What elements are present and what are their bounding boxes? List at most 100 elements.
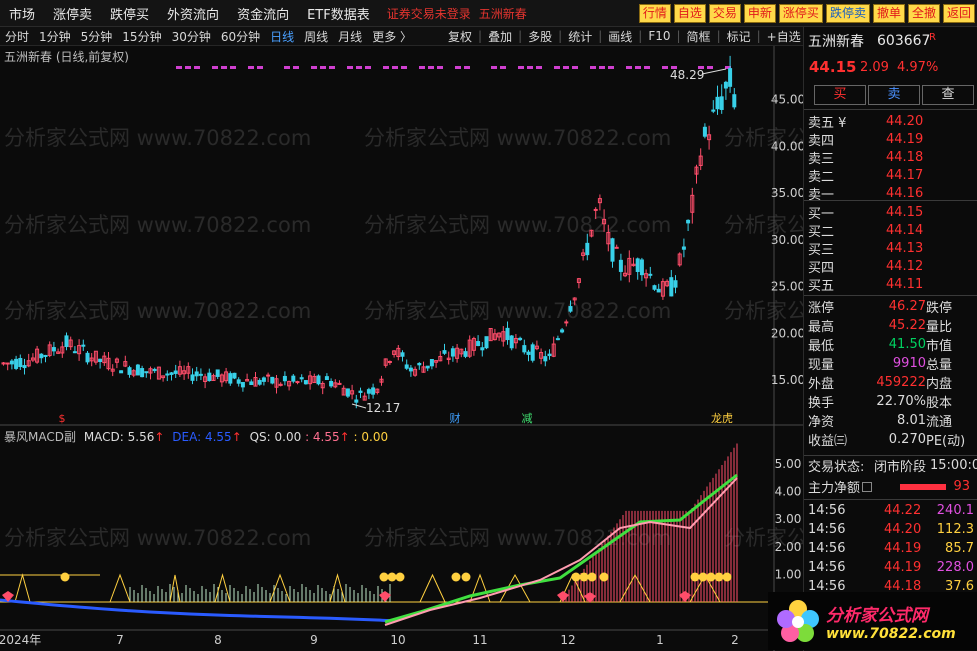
x-axis-label: 12: [560, 633, 575, 647]
candle-body: [228, 373, 233, 384]
top-button-5[interactable]: 跌停卖: [825, 4, 870, 23]
candle-body: [681, 246, 686, 250]
event-marker[interactable]: 财: [450, 411, 461, 425]
macd-tick: 2.00: [775, 540, 802, 554]
candle-body: [639, 259, 644, 276]
nav-capital-flow[interactable]: 资金流向: [228, 4, 298, 23]
candle-body: [295, 381, 300, 384]
tool-7[interactable]: 标记: [722, 28, 756, 45]
top-button-1[interactable]: 自选: [673, 4, 706, 23]
period-1[interactable]: 1分钟: [34, 28, 76, 45]
candle-body: [614, 246, 619, 249]
period-3[interactable]: 15分钟: [117, 28, 166, 45]
nav-limit-down-buy[interactable]: 跌停买: [101, 4, 158, 23]
tool-4[interactable]: 画线: [603, 28, 637, 45]
period-5[interactable]: 60分钟: [216, 28, 265, 45]
top-button-7[interactable]: 全撤: [907, 4, 940, 23]
candlestick-chart[interactable]: 分析家公式网 www.70822.com 分析家公式网 www.70822.com…: [0, 0, 803, 651]
signal-coin: [706, 572, 716, 582]
candle-body: [455, 347, 460, 359]
tool-3[interactable]: 统计: [563, 28, 597, 45]
bid-price: 44.11: [886, 277, 924, 292]
candle-body: [534, 345, 539, 350]
period-7[interactable]: 周线: [299, 28, 333, 45]
top-button-2[interactable]: 交易: [708, 4, 741, 23]
signal-dot: [428, 66, 434, 69]
period-2[interactable]: 5分钟: [76, 28, 118, 45]
candle-body: [215, 369, 220, 377]
nav-market[interactable]: 市场: [0, 4, 44, 23]
top-button-0[interactable]: 行情: [638, 4, 671, 23]
nav-foreign-flow[interactable]: 外资流向: [158, 4, 228, 23]
net-flow-icon[interactable]: [862, 481, 872, 492]
site-logo: 分析家公式网 www.70822.com: [768, 592, 977, 650]
candle-body: [400, 352, 405, 357]
stat-label: 净资: [808, 415, 835, 430]
watermark-text: 分析家公式网 www.70822.com: [364, 213, 671, 237]
event-marker[interactable]: 龙虎: [711, 412, 733, 425]
quote-header: 五洲新春 603667 R: [804, 30, 977, 52]
nav-etf-table[interactable]: ETF数据表: [298, 4, 379, 23]
qs-extra-2: : 0.00: [353, 430, 389, 444]
candle-body: [673, 280, 678, 288]
signal-dot: [536, 66, 542, 69]
candle-body: [665, 280, 670, 287]
signal-dot: [194, 66, 200, 69]
indicator-name[interactable]: 暴风MACD副: [4, 430, 76, 444]
tool-0[interactable]: 复权: [443, 28, 477, 45]
candle-body: [56, 351, 61, 354]
candle-body: [568, 306, 573, 312]
stat-right-label: PE(动): [926, 434, 966, 449]
tool-6[interactable]: 简框: [682, 28, 716, 45]
candle-body: [581, 252, 586, 256]
tick-price: 44.20: [884, 522, 922, 537]
candle-body: [652, 285, 657, 290]
x-axis-label: 2: [731, 633, 739, 647]
quote-price-row: 44.15 2.09 4.97%: [804, 57, 977, 77]
buy-button[interactable]: 买: [814, 85, 866, 105]
trade-status-time: 15:00:0: [930, 458, 977, 473]
signal-dot: [437, 66, 443, 69]
macd-line: [384, 473, 738, 624]
candle-body: [530, 344, 535, 361]
candle-body: [5, 362, 10, 365]
candle-body: [270, 376, 275, 384]
query-button[interactable]: 查: [922, 85, 974, 105]
signal-dot: [599, 66, 605, 69]
period-4[interactable]: 30分钟: [167, 28, 216, 45]
ask-price: 44.18: [886, 150, 924, 165]
period-9[interactable]: 更多 〉: [367, 28, 417, 45]
candle-body: [434, 360, 439, 363]
bid-price: 44.13: [886, 241, 924, 256]
sell-button[interactable]: 卖: [868, 85, 920, 105]
candle-body: [131, 370, 136, 376]
stat-label: 外盘: [808, 377, 835, 392]
bid-level-label: 买四: [808, 261, 835, 276]
watermark-text: 分析家公式网 www.70822.com: [364, 526, 671, 550]
event-marker[interactable]: $: [59, 412, 66, 425]
top-button-8[interactable]: 返回: [942, 4, 975, 23]
bid-row: 买二 44.14: [804, 221, 977, 240]
candle-body: [274, 378, 279, 388]
top-button-3[interactable]: 申新: [743, 4, 776, 23]
tool-1[interactable]: 叠加: [483, 28, 517, 45]
tool-2[interactable]: 多股: [523, 28, 557, 45]
tool-8[interactable]: +自选: [762, 28, 806, 45]
candle-body: [30, 357, 35, 361]
period-0[interactable]: 分时: [0, 28, 34, 45]
top-button-4[interactable]: 涨停买: [778, 4, 823, 23]
watermark-text: 分析家公式网 www.70822.com: [364, 299, 671, 323]
tool-5[interactable]: F10: [643, 29, 675, 43]
stat-label: 最高: [808, 320, 835, 335]
diamond-signal: [2, 591, 14, 602]
event-marker[interactable]: 减: [522, 412, 533, 425]
stock-code: 603667: [877, 33, 931, 49]
tick-time: 14:56: [808, 541, 846, 556]
candle-body: [249, 381, 254, 386]
period-8[interactable]: 月线: [333, 28, 367, 45]
nav-limit-up-sell[interactable]: 涨停卖: [44, 4, 101, 23]
ask-row: 卖五 ¥ 44.20: [804, 112, 977, 131]
top-button-6[interactable]: 撤单: [872, 4, 905, 23]
period-6[interactable]: 日线: [265, 28, 299, 45]
login-warning[interactable]: 证券交易未登录: [387, 5, 471, 22]
